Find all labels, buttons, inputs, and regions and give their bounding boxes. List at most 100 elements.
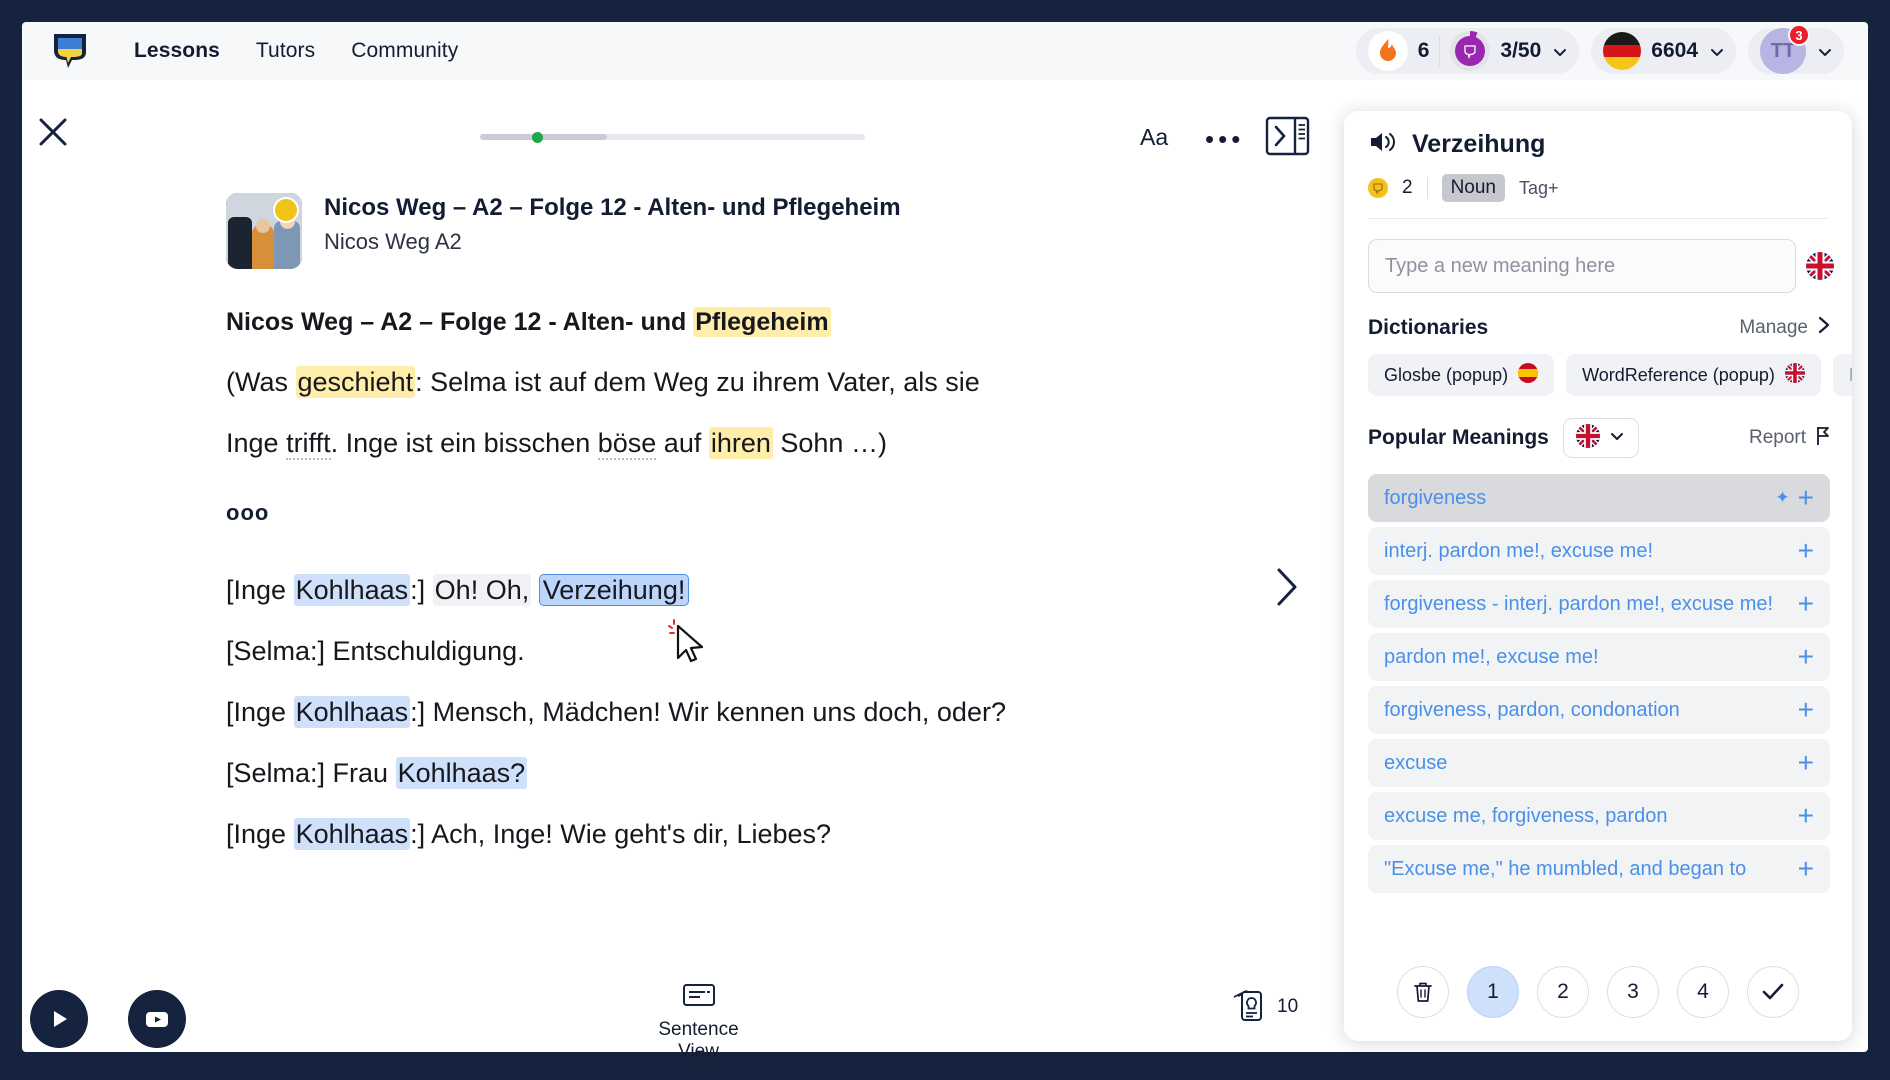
flame-icon bbox=[1367, 31, 1408, 71]
meaning-item[interactable]: forgiveness, pardon, condonation + bbox=[1368, 686, 1830, 734]
lesson-progress-bar[interactable] bbox=[480, 132, 865, 143]
chevron-down-icon[interactable] bbox=[1708, 43, 1724, 59]
dialogue-line[interactable]: [Inge Kohlhaas:] Ach, Inge! Wie geht's d… bbox=[226, 818, 1126, 850]
dialogue-line[interactable]: [Inge Kohlhaas:] Mensch, Mädchen! Wir ke… bbox=[226, 696, 1126, 728]
add-meaning-icon[interactable]: + bbox=[1798, 484, 1814, 512]
highlighted-word[interactable]: böse bbox=[597, 428, 657, 460]
popular-meanings-list: forgiveness ✦ + interj. pardon me!, excuse … bbox=[1344, 474, 1852, 893]
text-span: (Was bbox=[226, 367, 296, 397]
meaning-text: excuse me, forgiveness, pardon bbox=[1384, 805, 1668, 827]
highlighted-word[interactable]: geschieht bbox=[295, 366, 416, 398]
flashcards-button[interactable]: 10 bbox=[1225, 985, 1298, 1029]
text-span: [Selma:] Frau bbox=[226, 758, 396, 788]
add-meaning-icon[interactable]: + bbox=[1798, 537, 1814, 565]
meaning-item[interactable]: excuse me, forgiveness, pardon + bbox=[1368, 792, 1830, 840]
dictionary-label: Glosbe (popup) bbox=[1384, 364, 1509, 385]
next-page-button[interactable] bbox=[1272, 565, 1302, 614]
font-size-button[interactable]: Aa bbox=[1140, 124, 1168, 151]
text-span: auf bbox=[656, 428, 709, 458]
status-level-3[interactable]: 3 bbox=[1607, 966, 1659, 1018]
uk-flag-icon[interactable] bbox=[1806, 252, 1834, 280]
play-icon[interactable] bbox=[30, 990, 88, 1048]
coins-pill[interactable]: 6604 bbox=[1591, 28, 1736, 74]
status-level-4[interactable]: 4 bbox=[1677, 966, 1729, 1018]
add-meaning-icon[interactable]: + bbox=[1798, 802, 1814, 830]
dictionary-chip-list: Glosbe (popup) WordReference (popup) bbox=[1344, 340, 1852, 396]
chevron-down-icon[interactable] bbox=[1816, 43, 1832, 59]
avatar[interactable]: TT 3 bbox=[1760, 24, 1810, 74]
highlighted-word[interactable]: ihren bbox=[708, 427, 773, 459]
sentence-view-button[interactable]: Sentence View bbox=[636, 982, 761, 1063]
lesson-thumbnail[interactable] bbox=[226, 193, 302, 269]
lesson-header: Nicos Weg – A2 – Folge 12 - Alten- und P… bbox=[226, 193, 901, 269]
highlighted-word[interactable]: Kohlhaas? bbox=[395, 757, 528, 789]
close-icon[interactable] bbox=[36, 115, 72, 151]
notification-badge: 3 bbox=[1788, 24, 1810, 46]
check-icon[interactable] bbox=[1747, 966, 1799, 1018]
user-menu-pill[interactable]: TT 3 bbox=[1748, 24, 1844, 74]
highlighted-word[interactable]: Kohlhaas bbox=[293, 818, 411, 850]
sentence-view-icon bbox=[682, 984, 715, 1006]
highlighted-word[interactable]: Verzeihung! bbox=[538, 574, 690, 606]
speaker-icon[interactable] bbox=[1368, 129, 1398, 160]
goal-inner bbox=[1455, 36, 1486, 66]
nav-item-tutors[interactable]: Tutors bbox=[256, 39, 315, 63]
meaning-item[interactable]: excuse + bbox=[1368, 739, 1830, 787]
dictionaries-title: Dictionaries bbox=[1368, 315, 1489, 339]
popular-meanings-title: Popular Meanings bbox=[1368, 426, 1549, 449]
uk-flag-icon bbox=[1575, 423, 1600, 453]
spain-flag-icon bbox=[1518, 362, 1539, 388]
dialogue-line[interactable]: [Inge Kohlhaas:] Oh! Oh, Verzeihung! bbox=[226, 574, 1126, 606]
report-button[interactable]: Report bbox=[1749, 425, 1832, 452]
top-right-controls: 6 3/50 6604 TT 3 bbox=[1355, 24, 1844, 74]
add-meaning-icon[interactable]: + bbox=[1798, 749, 1814, 777]
youtube-icon[interactable] bbox=[128, 990, 186, 1048]
flashcards-count: 10 bbox=[1277, 996, 1299, 1017]
lesson-text: Nicos Weg – A2 – Folge 12 - Alten- und P… bbox=[226, 307, 1126, 491]
divider bbox=[1426, 177, 1428, 199]
status-level-2[interactable]: 2 bbox=[1537, 966, 1589, 1018]
meaning-item[interactable]: pardon me!, excuse me! + bbox=[1368, 633, 1830, 681]
meaning-language-select[interactable] bbox=[1562, 418, 1639, 458]
add-meaning-icon[interactable]: + bbox=[1798, 643, 1814, 671]
nav-item-community[interactable]: Community bbox=[351, 39, 458, 63]
dictionaries-header: Dictionaries Manage bbox=[1344, 293, 1852, 340]
meaning-item[interactable]: forgiveness ✦ + bbox=[1368, 474, 1830, 522]
add-meaning-icon[interactable]: + bbox=[1798, 696, 1814, 724]
manage-dictionaries-button[interactable]: Manage bbox=[1739, 315, 1832, 340]
text-span: [Inge bbox=[226, 575, 294, 605]
text-heading[interactable]: Nicos Weg – A2 – Folge 12 - Alten- und P… bbox=[226, 307, 1126, 337]
dictionary-chip[interactable]: WordReference (popup) bbox=[1566, 354, 1821, 396]
add-meaning-icon[interactable]: + bbox=[1798, 855, 1814, 883]
chevron-down-icon[interactable] bbox=[1551, 43, 1567, 59]
dictionary-chip[interactable]: Ma bbox=[1832, 354, 1852, 396]
highlighted-word[interactable]: Pflegeheim bbox=[693, 307, 831, 337]
status-badge[interactable]: Noun bbox=[1441, 174, 1505, 202]
text-line-2[interactable]: (Was geschieht: Selma ist auf dem Weg zu… bbox=[226, 366, 1126, 398]
toggle-sidebar-icon[interactable] bbox=[1265, 116, 1310, 161]
add-tag-button[interactable]: Tag+ bbox=[1519, 178, 1559, 199]
text-span: :] bbox=[410, 575, 433, 605]
trash-icon[interactable] bbox=[1397, 966, 1449, 1018]
sparkle-icon: ✦ bbox=[1775, 488, 1790, 507]
add-meaning-icon[interactable]: + bbox=[1798, 590, 1814, 618]
highlighted-word[interactable]: Oh! Oh, bbox=[432, 574, 532, 606]
app-root: Lessons Tutors Community 6 3/50 6604 TT … bbox=[0, 0, 1890, 1080]
text-line-3[interactable]: Inge trifft. Inge ist ein bisschen böse … bbox=[226, 427, 1126, 460]
highlighted-word[interactable]: trifft bbox=[286, 428, 331, 460]
highlighted-word[interactable]: Kohlhaas bbox=[293, 574, 411, 606]
new-meaning-input[interactable] bbox=[1368, 239, 1796, 293]
meaning-item[interactable]: "Excuse me," he mumbled, and began to + bbox=[1368, 845, 1830, 893]
meaning-item[interactable]: forgiveness - interj. pardon me!, excuse… bbox=[1368, 580, 1830, 628]
nav-item-lessons[interactable]: Lessons bbox=[134, 39, 220, 63]
more-options-icon[interactable]: ••• bbox=[1205, 124, 1244, 155]
dialogue-line[interactable]: [Selma:] Entschuldigung. bbox=[226, 638, 1126, 665]
highlighted-word[interactable]: Kohlhaas bbox=[293, 696, 411, 728]
progress-marker[interactable] bbox=[532, 132, 543, 143]
status-level-1[interactable]: 1 bbox=[1467, 966, 1519, 1018]
lingq-logo-icon[interactable] bbox=[50, 29, 96, 73]
dialogue-line[interactable]: [Selma:] Frau Kohlhaas? bbox=[226, 757, 1126, 789]
dictionary-chip[interactable]: Glosbe (popup) bbox=[1368, 354, 1555, 396]
meaning-item[interactable]: interj. pardon me!, excuse me! + bbox=[1368, 527, 1830, 575]
chevron-right-icon bbox=[1816, 315, 1832, 340]
